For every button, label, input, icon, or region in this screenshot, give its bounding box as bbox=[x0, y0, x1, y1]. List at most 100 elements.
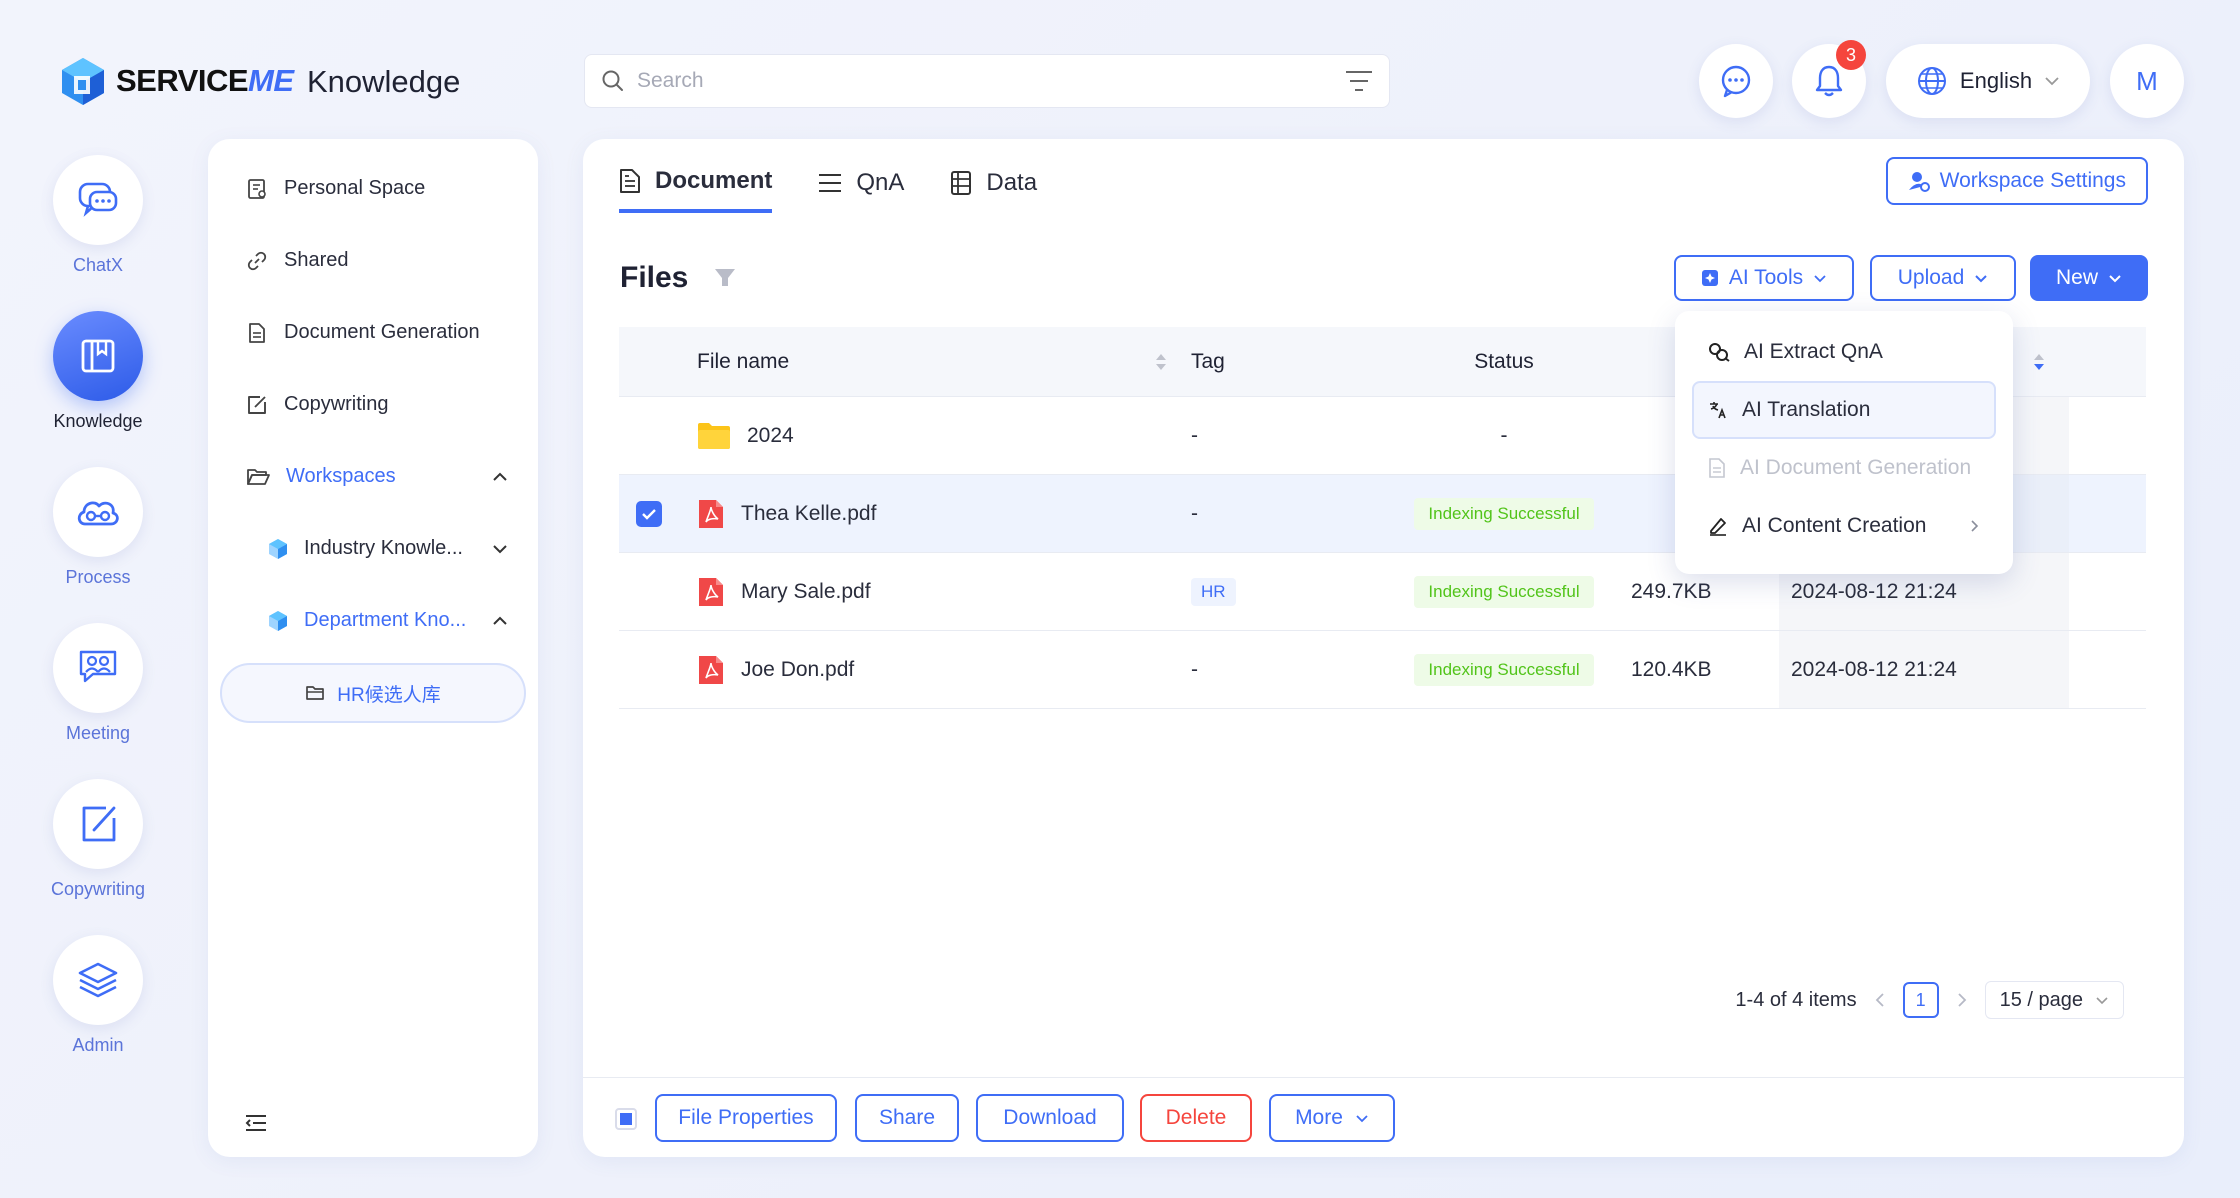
globe-icon bbox=[1917, 67, 1946, 95]
sidebar-item-copywriting[interactable]: Copywriting bbox=[246, 393, 388, 416]
sidebar-collapse-button[interactable] bbox=[244, 1113, 268, 1133]
chevron-down-icon bbox=[1356, 1114, 1368, 1122]
page-size-select[interactable]: 15 / page bbox=[1984, 981, 2124, 1019]
share-button[interactable]: Share bbox=[855, 1094, 959, 1142]
tab-data[interactable]: Data bbox=[950, 167, 1037, 213]
sidebar-item-personal-space[interactable]: Personal Space bbox=[246, 177, 425, 200]
file-name-cell[interactable]: 2024 bbox=[679, 422, 1179, 450]
sidebar-item-workspaces[interactable]: Workspaces bbox=[246, 465, 508, 488]
delete-button[interactable]: Delete bbox=[1140, 1094, 1252, 1142]
ai-tools-menu: AI Extract QnA AI Translation AI Documen… bbox=[1675, 311, 2013, 574]
tab-label: QnA bbox=[856, 169, 905, 196]
file-name-cell[interactable]: Thea Kelle.pdf bbox=[679, 498, 1179, 530]
rail-item-chatx[interactable]: ChatX bbox=[52, 155, 144, 276]
list-icon bbox=[819, 174, 842, 192]
select-all-checkbox[interactable] bbox=[615, 1108, 637, 1130]
serviceme-logo-icon bbox=[62, 58, 104, 105]
next-page-button[interactable] bbox=[1957, 992, 1967, 1008]
sort-icon[interactable] bbox=[1155, 352, 1167, 372]
more-label: More bbox=[1295, 1106, 1343, 1129]
rail-chatx-button[interactable] bbox=[53, 155, 143, 245]
ai-tools-button[interactable]: AI Tools bbox=[1674, 255, 1854, 301]
link-icon bbox=[247, 251, 267, 270]
rail-process-button[interactable] bbox=[53, 467, 143, 557]
rail-meeting-button[interactable] bbox=[53, 623, 143, 713]
file-name-cell[interactable]: Joe Don.pdf bbox=[679, 654, 1179, 686]
sidebar-item-hr-candidates[interactable]: HR候选人库 bbox=[220, 663, 526, 723]
column-tag: Tag bbox=[1191, 349, 1225, 373]
row-check-cell[interactable] bbox=[619, 500, 679, 527]
pdf-file-icon bbox=[699, 499, 723, 528]
rail-item-process[interactable]: Process bbox=[52, 467, 144, 588]
translate-icon bbox=[1710, 402, 1726, 419]
column-label: File name bbox=[697, 349, 790, 373]
filter-lines-icon[interactable] bbox=[1345, 70, 1373, 92]
folder-open-icon bbox=[247, 468, 270, 485]
menu-item-ai-translation[interactable]: AI Translation bbox=[1692, 381, 1996, 439]
new-label: New bbox=[2055, 266, 2098, 289]
rail-admin-button[interactable] bbox=[53, 935, 143, 1025]
chevron-up-icon[interactable] bbox=[492, 472, 508, 482]
edit-icon bbox=[82, 806, 116, 842]
tab-document[interactable]: Document bbox=[619, 167, 773, 213]
language-label: English bbox=[1959, 68, 2033, 93]
chevron-up-icon[interactable] bbox=[492, 616, 508, 626]
tab-label: Data bbox=[986, 169, 1038, 196]
user-settings-icon bbox=[1908, 172, 1930, 192]
sidebar-item-label: Industry Knowle... bbox=[304, 537, 463, 559]
menu-item-ai-content-creation[interactable]: AI Content Creation bbox=[1692, 497, 1996, 555]
brand-logo[interactable]: SERVICEME bbox=[60, 56, 294, 106]
user-avatar[interactable]: M bbox=[2110, 44, 2184, 118]
more-button[interactable]: More bbox=[1269, 1094, 1395, 1142]
menu-item-label: AI Extract QnA bbox=[1744, 340, 1883, 363]
files-title: Files bbox=[620, 261, 689, 294]
sort-icon[interactable] bbox=[2033, 352, 2045, 372]
language-selector[interactable]: English bbox=[1886, 44, 2090, 118]
chat-button[interactable] bbox=[1699, 44, 1773, 118]
bell-icon bbox=[1815, 65, 1843, 97]
tag-cell: - bbox=[1191, 423, 1198, 447]
upload-button[interactable]: Upload bbox=[1870, 255, 2016, 301]
page-size-label: 15 / page bbox=[1999, 988, 2083, 1011]
document-icon bbox=[620, 169, 640, 193]
file-name-cell[interactable]: Mary Sale.pdf bbox=[679, 576, 1179, 608]
page-number-button[interactable]: 1 bbox=[1902, 982, 1939, 1018]
rail-item-admin[interactable]: Admin bbox=[52, 935, 144, 1056]
message-bubble-icon bbox=[1721, 65, 1751, 98]
rail-item-meeting[interactable]: Meeting bbox=[52, 623, 144, 744]
sidebar-item-department-knowledge[interactable]: Department Kno... bbox=[268, 609, 508, 632]
rail-item-copywriting[interactable]: Copywriting bbox=[51, 779, 145, 900]
file-properties-button[interactable]: File Properties bbox=[655, 1094, 837, 1142]
pdf-file-icon bbox=[699, 655, 723, 684]
meeting-icon bbox=[79, 650, 117, 683]
menu-item-label: AI Translation bbox=[1742, 398, 1871, 421]
rail-label-admin: Admin bbox=[72, 1035, 124, 1055]
search-bar[interactable] bbox=[584, 54, 1390, 108]
rail-label-process: Process bbox=[65, 567, 131, 587]
rail-item-knowledge[interactable]: Knowledge bbox=[52, 311, 144, 432]
download-button[interactable]: Download bbox=[976, 1094, 1124, 1142]
chevron-down-icon[interactable] bbox=[492, 544, 508, 554]
chevron-down-icon bbox=[1975, 274, 1987, 282]
rail-copywriting-button[interactable] bbox=[53, 779, 143, 869]
sidebar-item-shared[interactable]: Shared bbox=[246, 249, 349, 272]
table-row[interactable]: Joe Don.pdf - Indexing Successful 120.4K… bbox=[619, 631, 2146, 709]
size-cell: 120.4KB bbox=[1631, 657, 1712, 681]
notification-button[interactable]: 3 bbox=[1792, 40, 1866, 118]
ai-tools-icon bbox=[1701, 270, 1718, 286]
new-button[interactable]: New bbox=[2030, 255, 2148, 301]
sidebar-item-label: Shared bbox=[284, 249, 349, 271]
row-checkbox[interactable] bbox=[636, 500, 662, 527]
rail-knowledge-button[interactable] bbox=[53, 311, 143, 401]
main-panel: Document QnA Data Workspace Settings Fil… bbox=[583, 139, 2184, 1157]
tab-qna[interactable]: QnA bbox=[818, 167, 904, 213]
search-input[interactable] bbox=[637, 69, 1333, 93]
filter-funnel-icon[interactable] bbox=[714, 268, 736, 288]
sidebar-item-industry-knowledge[interactable]: Industry Knowle... bbox=[268, 537, 508, 560]
menu-item-ai-extract-qna[interactable]: AI Extract QnA bbox=[1692, 323, 1996, 381]
sidebar-item-document-generation[interactable]: Document Generation bbox=[246, 321, 480, 344]
column-file-name[interactable]: File name bbox=[679, 350, 1179, 374]
tag-cell: HR bbox=[1179, 577, 1389, 606]
prev-page-button[interactable] bbox=[1875, 992, 1885, 1008]
workspace-settings-button[interactable]: Workspace Settings bbox=[1885, 157, 2148, 205]
